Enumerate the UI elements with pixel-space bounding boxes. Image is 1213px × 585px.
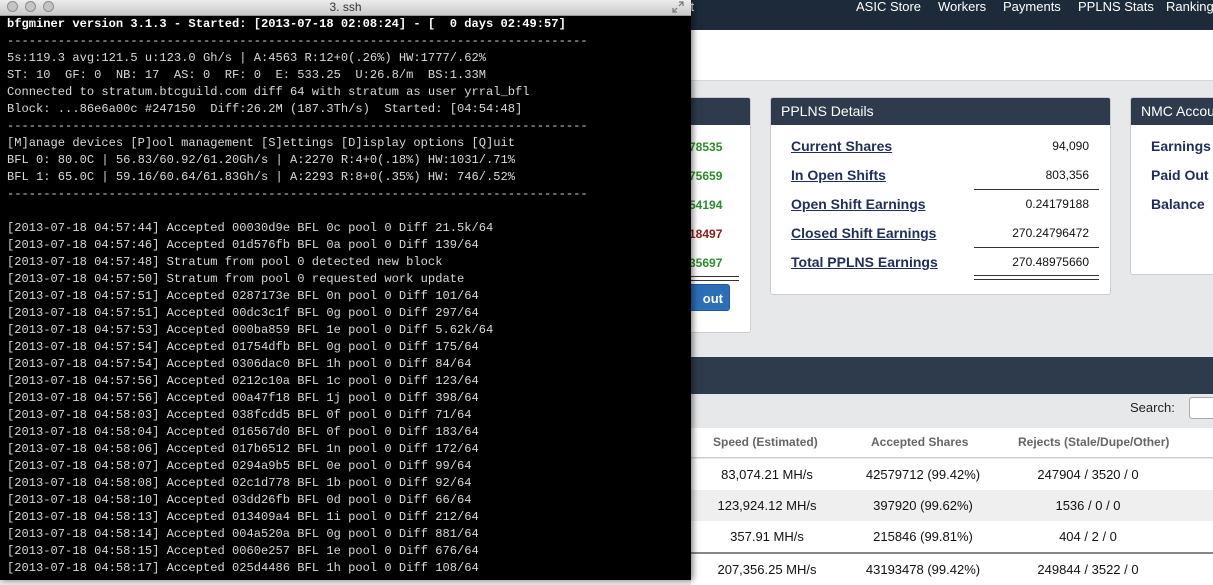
workers-table-header-bar [691,357,1213,394]
cell-rejects-total: 249844 / 3522 / 0 [1037,562,1139,577]
terminal-line: [2013-07-18 04:57:51] Accepted 00dc3c1f … [7,306,479,320]
current-shares-link[interactable]: Current Shares [791,138,892,154]
terminal-line: [2013-07-18 04:57:54] Accepted 01754dfb … [7,340,479,354]
terminal-line: [2013-07-18 04:58:17] Accepted 025d4486 … [7,561,479,575]
nmc-account-panel: NMC Accou Earnings Paid Out Balance [1130,97,1213,275]
terminal-line: [2013-07-18 04:58:06] Accepted 017b6512 … [7,442,479,456]
terminal-line: [2013-07-18 04:57:54] Accepted 0306dac0 … [7,357,472,371]
col-header-rejects[interactable]: Rejects (Stale/Dupe/Other) [1018,435,1169,449]
cell-accepted: 42579712 (99.42%) [865,467,981,482]
terminal-line: ST: 10 GF: 0 NB: 17 AS: 0 RF: 0 E: 533.2… [7,68,486,82]
table-row: 83,074.21 MH/s 42579712 (99.42%) 247904 … [691,459,1213,490]
terminal-header-line: bfgminer version 3.1.3 - Started: [2013-… [7,17,566,31]
nmc-paid-out-link[interactable]: Paid Out [1151,167,1209,183]
cell-accepted: 215846 (99.81%) [873,529,973,544]
total-pplns-earnings-link[interactable]: Total PPLNS Earnings [791,254,938,270]
open-shift-earnings-link[interactable]: Open Shift Earnings [791,196,926,212]
table-total-row: 207,356.25 MH/s 43193478 (99.42%) 249844… [691,552,1213,585]
fullscreen-icon[interactable] [672,1,684,13]
terminal-line: [2013-07-18 04:58:14] Accepted 004a520a … [7,527,479,541]
terminal-line: [2013-07-18 04:57:56] Accepted 0212c10a … [7,374,479,388]
nav-item-workers[interactable]: Workers [938,0,986,14]
account-value: 18497 [689,227,723,241]
account-value: 35697 [689,256,723,270]
nmc-balance-link[interactable]: Balance [1151,196,1205,212]
col-header-speed[interactable]: Speed (Estimated) [713,435,818,449]
closed-shift-earnings-value: 270.24796472 [1012,226,1089,240]
nav-item-asic-store[interactable]: ASIC Store [856,0,921,14]
cell-speed: 83,074.21 MH/s [721,467,813,482]
terminal-line: [2013-07-18 04:57:46] Accepted 01d576fb … [7,238,479,252]
col-header-accepted-shares[interactable]: Accepted Shares [871,435,968,449]
terminal-line: [2013-07-18 04:58:13] Accepted 013409a4 … [7,510,479,524]
terminal-line: 5s:119.3 avg:121.5 u:123.0 Gh/s | A:4563… [7,51,486,65]
table-row: 357.91 MH/s 215846 (99.81%) 404 / 2 / 0 [691,521,1213,552]
cell-accepted: 397920 (99.62%) [873,498,973,513]
divider [974,247,1099,248]
terminal-line: [2013-07-18 04:58:15] Accepted 0060e257 … [7,544,479,558]
cell-speed-total: 207,356.25 MH/s [717,562,817,577]
pplns-panel-title: PPLNS Details [771,98,1110,125]
terminal-line: [2013-07-18 04:57:50] Stratum from pool … [7,272,465,286]
nav-item-ranking[interactable]: Ranking [1166,0,1213,14]
cell-speed: 123,924.12 MH/s [717,498,817,513]
terminal-line: Connected to stratum.btcguild.com diff 6… [7,85,530,99]
nav-item-pplns-stats[interactable]: PPLNS Stats [1078,0,1154,14]
in-open-shifts-value: 803,356 [1045,168,1089,182]
current-shares-value: 94,090 [1052,139,1089,153]
search-label: Search: [1130,400,1175,415]
terminal-line: [2013-07-18 04:58:03] Accepted 038fcdd5 … [7,408,472,422]
cell-rejects: 1536 / 0 / 0 [1055,498,1121,513]
ssh-terminal-window[interactable]: 3. ssh bfgminer version 3.1.3 - Started:… [0,0,691,580]
terminal-line: [2013-07-18 04:57:56] Accepted 00a47f18 … [7,391,479,405]
terminal-line: [2013-07-18 04:58:07] Accepted 0294a9b5 … [7,459,472,473]
cell-speed: 357.91 MH/s [730,529,804,544]
nmc-panel-title: NMC Accou [1131,98,1213,125]
terminal-title-bar[interactable]: 3. ssh [0,0,691,16]
terminal-title: 3. ssh [329,0,362,14]
search-input[interactable] [1189,397,1213,419]
terminal-line: ----------------------------------------… [7,187,588,201]
pplns-details-panel: PPLNS Details Current Shares 94,090 In O… [770,97,1111,295]
total-rule [974,275,1099,280]
terminal-line: [2013-07-18 04:58:10] Accepted 03dd26fb … [7,493,472,507]
closed-shift-earnings-link[interactable]: Closed Shift Earnings [791,225,936,241]
terminal-line: BFL 1: 65.0C | 59.16/60.64/61.83Gh/s | A… [7,170,516,184]
terminal-line: [2013-07-18 04:57:53] Accepted 000ba859 … [7,323,494,337]
in-open-shifts-link[interactable]: In Open Shifts [791,167,886,183]
account-value: 75659 [689,169,723,183]
terminal-line: [2013-07-18 04:57:48] Stratum from pool … [7,255,443,269]
nav-item-payments[interactable]: Payments [1003,0,1061,14]
total-rule [689,276,739,281]
terminal-line: ----------------------------------------… [7,119,588,133]
cell-accepted-total: 43193478 (99.42%) [865,562,981,577]
divider [974,189,1099,190]
account-value: 54194 [689,198,723,212]
terminal-line: [M]anage devices [P]ool management [S]et… [7,136,516,150]
terminal-line: ----------------------------------------… [7,34,588,48]
total-pplns-earnings-value: 270.48975660 [1012,255,1089,269]
terminal-line: BFL 0: 80.0C | 56.83/60.92/61.20Gh/s | A… [7,153,516,167]
cell-rejects: 404 / 2 / 0 [1059,529,1117,544]
cell-rejects: 247904 / 3520 / 0 [1037,467,1139,482]
table-row: 123,924.12 MH/s 397920 (99.62%) 1536 / 0… [691,490,1213,521]
terminal-line: [2013-07-18 04:57:44] Accepted 00030d9e … [7,221,494,235]
terminal-line: [2013-07-18 04:58:08] Accepted 02c1d778 … [7,476,472,490]
terminal-line: [2013-07-18 04:57:51] Accepted 0287173e … [7,289,479,303]
account-value: 78535 [689,140,723,154]
terminal-line: [2013-07-18 04:58:04] Accepted 016567d0 … [7,425,479,439]
terminal-line: Block: ...86e6a00c #247150 Diff:26.2M (1… [7,102,523,116]
open-shift-earnings-value: 0.24179188 [1025,197,1089,211]
nmc-earnings-link[interactable]: Earnings [1151,138,1211,154]
